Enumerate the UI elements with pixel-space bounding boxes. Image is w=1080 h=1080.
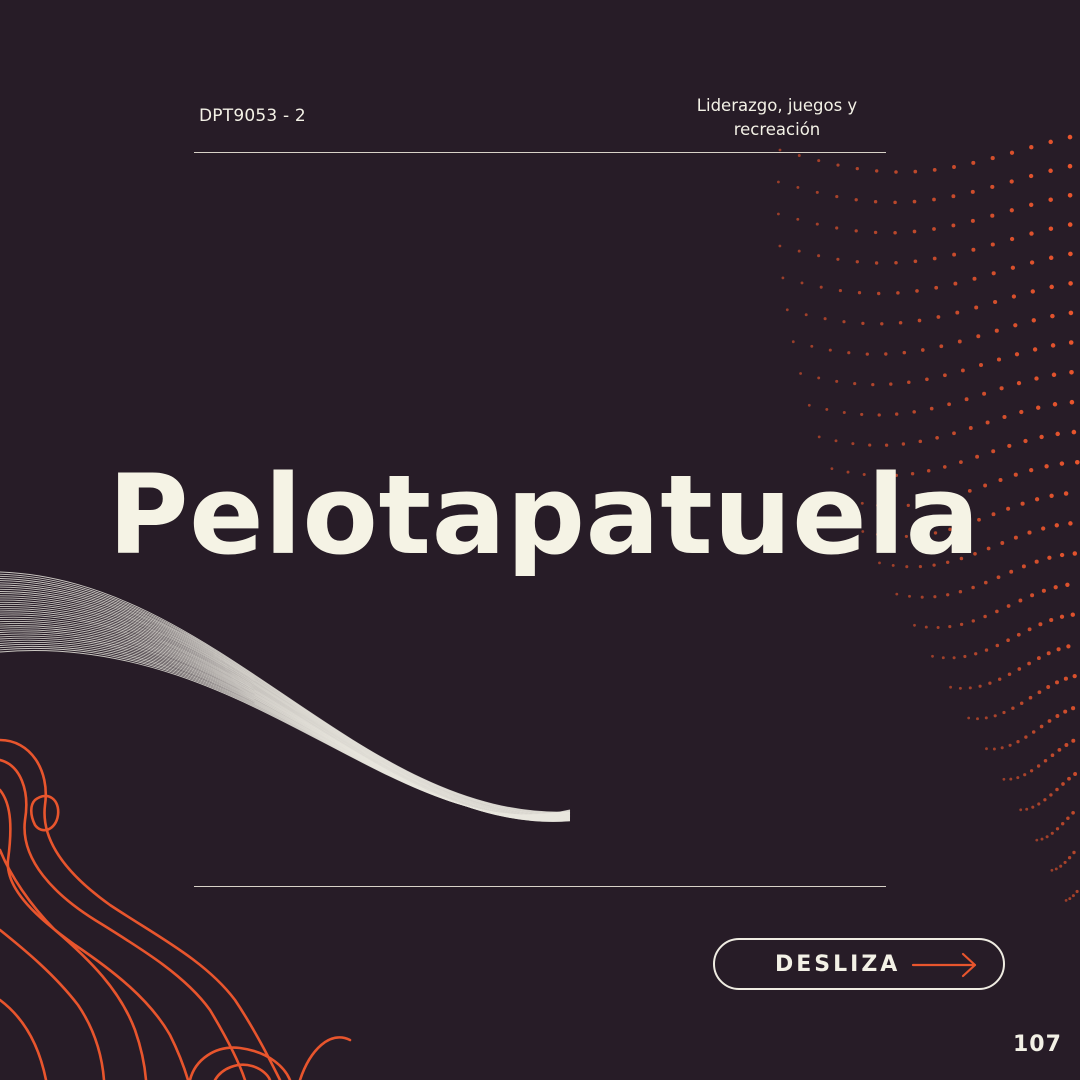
page-title: Pelotapatuela bbox=[108, 451, 981, 579]
arrow-right-icon bbox=[911, 952, 977, 978]
swipe-button-label: DESLIZA bbox=[775, 952, 901, 977]
page-number: 107 bbox=[1013, 1032, 1062, 1057]
bottom-divider bbox=[194, 886, 886, 887]
course-subject: Liderazgo, juegos y recreación bbox=[696, 96, 858, 139]
slide: DPT9053 - 2 Liderazgo, juegos y recreaci… bbox=[0, 0, 1080, 1080]
top-divider bbox=[194, 152, 886, 153]
course-code: DPT9053 - 2 bbox=[199, 106, 306, 126]
swipe-button[interactable]: DESLIZA bbox=[713, 938, 1005, 990]
